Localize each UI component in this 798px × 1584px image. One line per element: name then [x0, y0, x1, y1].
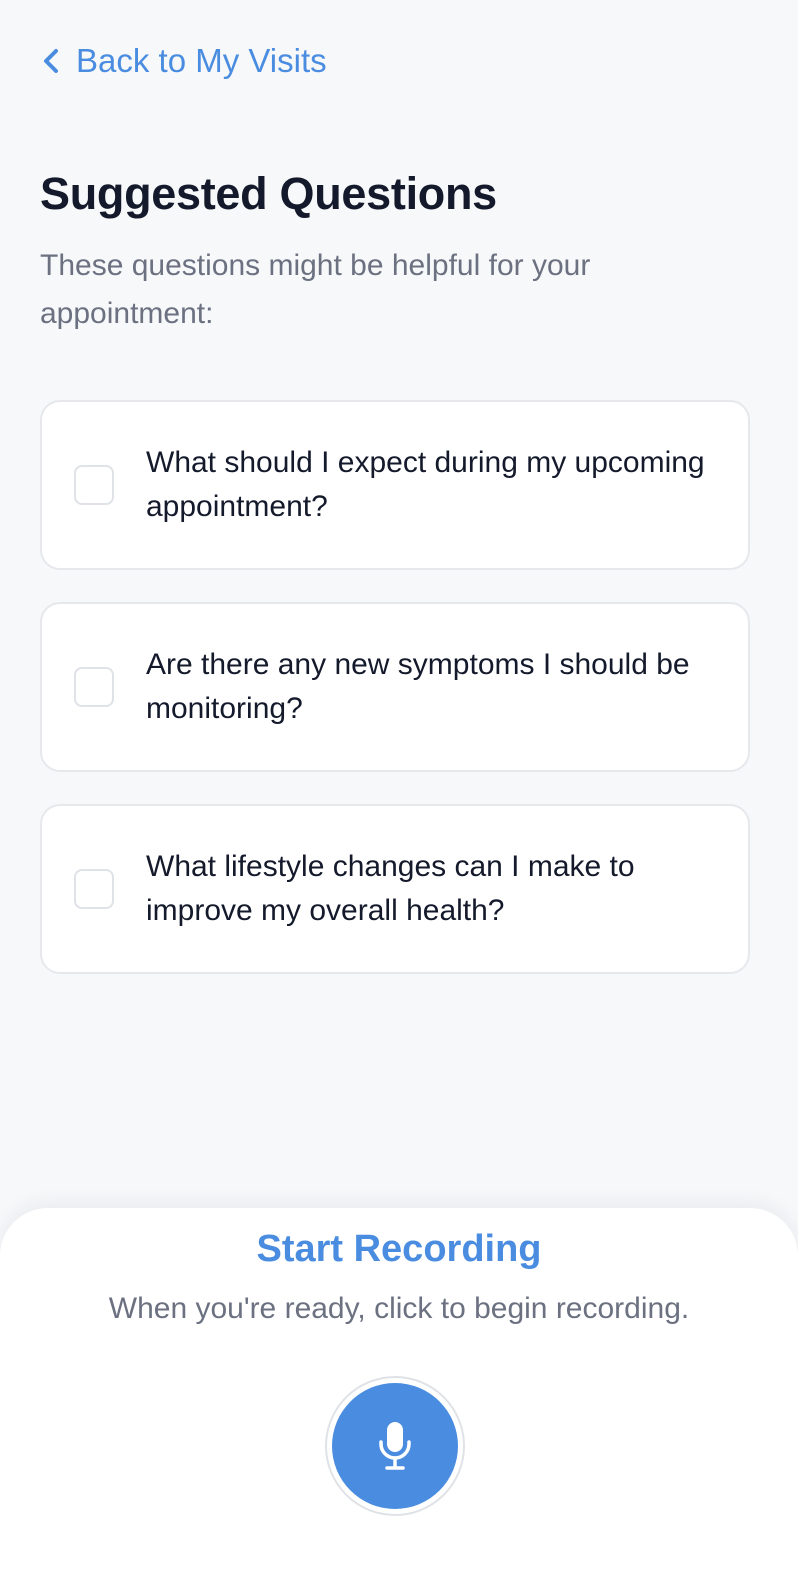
question-text: What lifestyle changes can I make to imp…	[146, 850, 635, 927]
question-text: What should I expect during my upcoming …	[146, 446, 705, 523]
page-title: Suggested Questions	[40, 168, 497, 219]
recording-title: Start Recording	[256, 1228, 542, 1270]
chevron-left-icon	[40, 43, 66, 79]
back-link-label: Back to My Visits	[76, 42, 327, 79]
recording-panel: Start Recording When you're ready, click…	[0, 1208, 798, 1584]
page-subtitle: These questions might be helpful for you…	[40, 249, 591, 330]
question-checkbox[interactable]	[74, 667, 114, 707]
recording-subtitle: When you're ready, click to begin record…	[108, 1292, 690, 1325]
question-card[interactable]: Are there any new symptoms I should be m…	[40, 602, 750, 772]
start-recording-button[interactable]	[325, 1376, 465, 1516]
question-checkbox[interactable]	[74, 465, 114, 505]
question-checkbox[interactable]	[74, 869, 114, 909]
back-to-visits-link[interactable]: Back to My Visits	[40, 42, 327, 80]
record-button-fill	[332, 1383, 458, 1509]
microphone-icon	[379, 1422, 411, 1470]
question-card[interactable]: What should I expect during my upcoming …	[40, 400, 750, 570]
question-list: What should I expect during my upcoming …	[40, 400, 750, 1006]
question-text: Are there any new symptoms I should be m…	[146, 648, 690, 725]
question-card[interactable]: What lifestyle changes can I make to imp…	[40, 804, 750, 974]
